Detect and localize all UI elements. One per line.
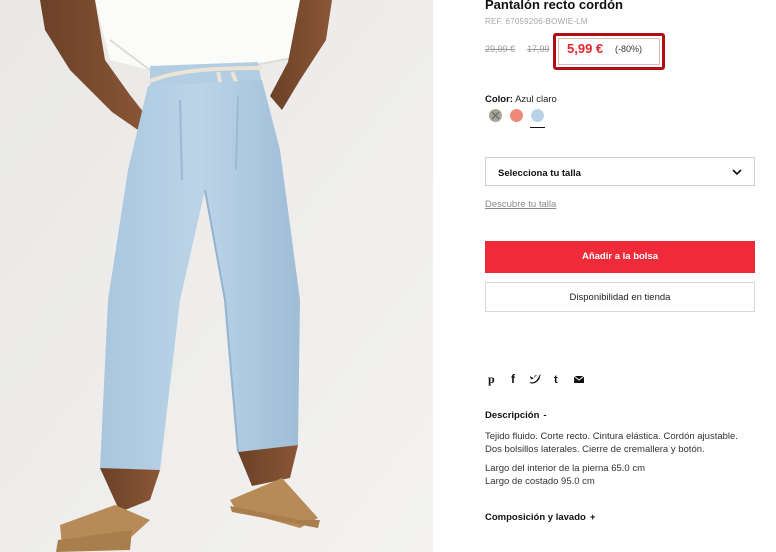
expand-toggle-icon: + — [589, 512, 596, 523]
tumblr-icon[interactable]: t — [551, 372, 565, 386]
selected-swatch-indicator — [530, 127, 545, 128]
svg-text:p: p — [488, 372, 495, 386]
previous-price: 17,99 — [527, 44, 550, 54]
sale-price: 5,99 € — [567, 41, 604, 56]
svg-text:t: t — [554, 374, 558, 386]
measure-line: Largo del interior de la pierna 65.0 cm — [485, 463, 646, 474]
color-swatch-coral[interactable] — [510, 109, 523, 122]
product-title: Pantalón recto cordón — [485, 0, 623, 12]
twitter-icon[interactable] — [528, 372, 542, 386]
email-icon[interactable] — [572, 372, 586, 386]
color-label: Color: — [485, 94, 513, 105]
color-value: Azul claro — [515, 94, 557, 105]
size-select-label: Selecciona tu talla — [498, 168, 581, 179]
chevron-down-icon — [732, 169, 742, 176]
add-to-bag-button[interactable]: Añadir a la bolsa — [485, 241, 755, 273]
product-photo-illustration — [0, 0, 433, 552]
collapse-toggle-icon: - — [543, 410, 547, 421]
description-line: Tejido fluido. Corte recto. Cintura elás… — [485, 431, 738, 442]
description-heading[interactable]: Descripción - — [485, 410, 547, 421]
size-guide-link[interactable]: Descubre tu talla — [485, 199, 556, 210]
product-reference: REF. 67059206-BOWIE-LM — [485, 17, 588, 26]
unavailable-cross-icon — [491, 111, 500, 120]
size-select[interactable]: Selecciona tu talla — [485, 157, 755, 186]
discount-badge: (-80%) — [615, 44, 643, 54]
store-availability-button[interactable]: Disponibilidad en tienda — [485, 282, 755, 312]
original-price: 29,99 € — [485, 44, 516, 54]
pinterest-icon[interactable]: p — [485, 372, 499, 386]
composition-title: Composición y lavado — [485, 512, 586, 523]
description-line: Dos bolsillos laterales. Cierre de crema… — [485, 444, 705, 455]
product-image[interactable] — [0, 0, 433, 552]
color-swatch-azul-claro[interactable] — [531, 109, 544, 122]
description-title: Descripción — [485, 410, 540, 421]
composition-heading[interactable]: Composición y lavado + — [485, 512, 595, 523]
facebook-icon[interactable]: f — [507, 372, 521, 386]
color-label-row: Color: Azul claro — [485, 94, 557, 105]
svg-text:f: f — [511, 372, 516, 386]
measure-line: Largo de costado 95.0 cm — [485, 476, 595, 487]
